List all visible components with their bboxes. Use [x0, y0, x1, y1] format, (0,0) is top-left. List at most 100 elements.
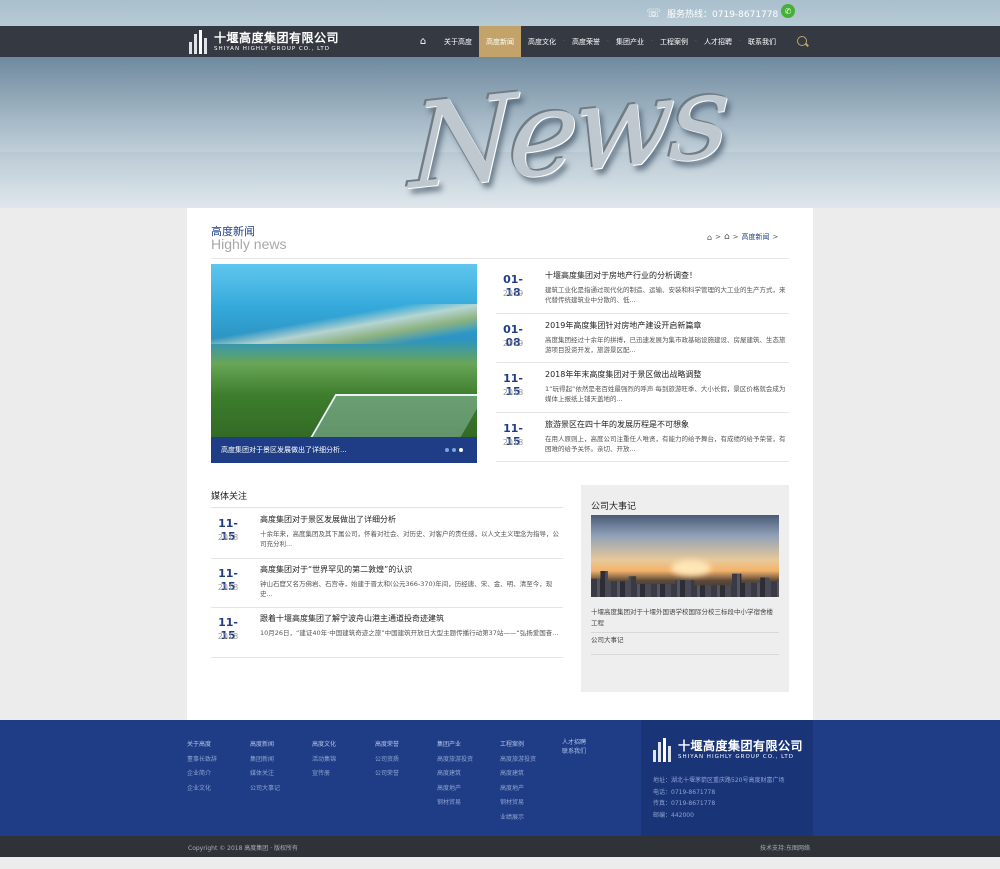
- wechat-icon[interactable]: ✆: [781, 4, 795, 18]
- footer-link[interactable]: 高度建筑: [437, 767, 473, 782]
- list-item[interactable]: 11-15 2018 高度集团对于景区发展做出了详细分析 十余年来，高度集团及其…: [211, 509, 563, 559]
- news-list: 01-18 2019 十堰高度集团对于房地产行业的分析调查！ 建筑工业化是指通过…: [496, 264, 789, 462]
- footer-column-news: 高度新闻 集团新闻 媒体关注 公司大事记: [250, 738, 280, 796]
- nav-industry[interactable]: 集团产业: [609, 26, 651, 57]
- nav-about[interactable]: 关于高度: [437, 26, 479, 57]
- list-item[interactable]: 01-08 2019 2019年高度集团针对房地产建设开启新篇章 高度集团经过十…: [496, 314, 789, 363]
- footer-address: 地址：湖北十堰茅箭区重庆路520号高度财富广场: [653, 777, 785, 784]
- footer-column-head[interactable]: 关于高度: [187, 738, 217, 753]
- list-item[interactable]: 11-15 2018 2018年年末高度集团对于景区做出战略调整 1“玩得起”依…: [496, 363, 789, 413]
- footer-link[interactable]: 联系我们: [562, 747, 586, 756]
- news-excerpt: 1“玩得起”依然是老百姓最强烈的呼声 每到旅游旺季、大小长假，景区价格就会成为媒…: [545, 385, 786, 403]
- nav-news[interactable]: 高度新闻: [479, 26, 521, 57]
- news-title[interactable]: 十堰高度集团对于房地产行业的分析调查！: [545, 270, 697, 281]
- news-banner: News: [0, 57, 1000, 208]
- footer-link[interactable]: 活动集锦: [312, 753, 336, 768]
- logo-mark-icon: [653, 738, 673, 762]
- event-link[interactable]: 十堰高度集团对于十堰外国语学校国际分校三标段中小学宿舍楼工程: [591, 607, 779, 633]
- events-image[interactable]: [591, 515, 779, 597]
- footer-column-head[interactable]: 高度新闻: [250, 738, 280, 753]
- footer-link[interactable]: 高度地产: [437, 782, 473, 797]
- footer-link[interactable]: 钢材贸易: [437, 796, 473, 811]
- news-title[interactable]: 2018年年末高度集团对于景区做出战略调整: [545, 369, 701, 380]
- footer-link[interactable]: 高度建筑: [500, 767, 536, 782]
- slide-dot[interactable]: [445, 448, 449, 452]
- news-year: 2018: [502, 388, 524, 397]
- footer-link[interactable]: 高度地产: [500, 782, 536, 797]
- footer-link[interactable]: 公司大事记: [250, 782, 280, 797]
- footer-column-head[interactable]: 高度荣誉: [375, 738, 399, 753]
- footer-link[interactable]: 公司资质: [375, 753, 399, 768]
- footer-link[interactable]: 企业文化: [187, 782, 217, 797]
- footer-link[interactable]: 企业简介: [187, 767, 217, 782]
- footer-column-about: 关于高度 董事长致辞 企业简介 企业文化: [187, 738, 217, 796]
- footer-link[interactable]: 媒体关注: [250, 767, 280, 782]
- footer-column-head[interactable]: 人才招聘: [562, 738, 586, 747]
- news-year: 2019: [502, 338, 524, 348]
- nav-cases[interactable]: 工程案例: [653, 26, 695, 57]
- footer-link[interactable]: 高度旅游投资: [437, 753, 473, 768]
- media-section-title: 媒体关注: [211, 492, 248, 502]
- footer-column-culture: 高度文化 活动集锦 宣传册: [312, 738, 336, 782]
- footer-contact-info: 地址：湖北十堰茅箭区重庆路520号高度财富广场 电话：0719-8671778 …: [653, 775, 784, 821]
- footer-fax: 传真：0719-8671778: [653, 800, 716, 807]
- footer-link[interactable]: 集团新闻: [250, 753, 280, 768]
- footer-column-head[interactable]: 工程案例: [500, 738, 536, 753]
- news-excerpt: 高度集团经过十余年的拼搏，已迅速发展为集市政基础设施建设、房屋建筑、生态旅游项目…: [545, 335, 786, 354]
- brand-name-en: SHIYAN HIGHLY GROUP CO., LTD: [214, 46, 330, 52]
- nav-contact[interactable]: 联系我们: [741, 26, 783, 57]
- nav-culture[interactable]: 高度文化: [521, 26, 563, 57]
- footer-column-head[interactable]: 集团产业: [437, 738, 473, 753]
- media-year: 2018: [217, 582, 239, 592]
- home-outline-icon[interactable]: ⌂: [724, 232, 730, 242]
- footer-link[interactable]: 高度旅游投资: [500, 753, 536, 768]
- list-item[interactable]: 11-15 2018 跟着十堰高度集团了解宁波舟山港主通道投奇迹建筑 10月26…: [211, 608, 563, 658]
- event-link[interactable]: 公司大事记: [591, 635, 779, 655]
- breadcrumb-current[interactable]: 高度新闻: [742, 232, 770, 242]
- list-item[interactable]: 01-18 2019 十堰高度集团对于房地产行业的分析调查！ 建筑工业化是指通过…: [496, 264, 789, 314]
- section-title-en: Highly news: [211, 236, 287, 252]
- footer-column-industry: 集团产业 高度旅游投资 高度建筑 高度地产 钢材贸易: [437, 738, 473, 811]
- footer-zip: 邮编：442000: [653, 811, 694, 819]
- slide-dot[interactable]: [452, 448, 456, 452]
- featured-slide-image[interactable]: [211, 264, 477, 463]
- footer-column-cases: 工程案例 高度旅游投资 高度建筑 高度地产 钢材贸易 业绩展示: [500, 738, 536, 825]
- footer-column-honor: 高度荣誉 公司资质 公司荣誉: [375, 738, 399, 782]
- media-title[interactable]: 高度集团对于“世界罕见的第二敦煌”的认识: [260, 564, 412, 575]
- main-navbar: 十堰高度集团有限公司 SHIYAN HIGHLY GROUP CO., LTD …: [0, 26, 1000, 57]
- media-list: 11-15 2018 高度集团对于景区发展做出了详细分析 十余年来，高度集团及其…: [211, 509, 563, 658]
- footer-link[interactable]: 钢材贸易: [500, 796, 536, 811]
- company-events-box: 公司大事记 十堰高度集团对于十堰外国语学校国际分校三标段中小学宿舍楼工程 公司大…: [581, 485, 789, 692]
- events-title: 公司大事记: [591, 502, 637, 512]
- footer-link[interactable]: 公司荣誉: [375, 767, 399, 782]
- hotline-text: 服务热线：0719-8671778: [667, 9, 779, 20]
- news-title[interactable]: 旅游景区在四十年的发展历程是不可想象: [545, 419, 689, 430]
- nav-home-icon[interactable]: ⌂: [409, 26, 437, 57]
- slide-caption[interactable]: 高度集团对于景区发展做出了详细分析...: [211, 437, 477, 463]
- news-title[interactable]: 2019年高度集团针对房地产建设开启新篇章: [545, 320, 701, 331]
- banner-word: News: [408, 57, 727, 208]
- nav-honor[interactable]: 高度荣誉: [565, 26, 607, 57]
- media-excerpt: 十余年来，高度集团及其下属公司，怀着对社会、对历史、对客户的责任感，以人文主义理…: [260, 530, 559, 548]
- list-item[interactable]: 11-15 2018 旅游景区在四十年的发展历程是不可想象 在用人原则上，高度公…: [496, 413, 789, 462]
- list-item[interactable]: 11-15 2018 高度集团对于“世界罕见的第二敦煌”的认识 钟山石窟又名万佛…: [211, 559, 563, 608]
- media-year: 2018: [217, 632, 239, 641]
- footer-link[interactable]: 董事长致辞: [187, 753, 217, 768]
- home-icon[interactable]: ⌂: [707, 233, 712, 242]
- footer-link[interactable]: 业绩展示: [500, 811, 536, 826]
- nav-jobs[interactable]: 人才招聘: [697, 26, 739, 57]
- footer-column-jobs: 人才招聘 联系我们: [562, 738, 586, 756]
- footer-logo[interactable]: 十堰高度集团有限公司 SHIYAN HIGHLY GROUP CO., LTD: [653, 738, 803, 762]
- top-bar: ☏ 服务热线：0719-8671778 ✆: [0, 0, 1000, 26]
- tech-support-link[interactable]: 技术支持:东图网络: [760, 843, 810, 852]
- search-icon[interactable]: [797, 36, 807, 46]
- footer-link[interactable]: 宣传册: [312, 767, 336, 782]
- brand-logo[interactable]: 十堰高度集团有限公司 SHIYAN HIGHLY GROUP CO., LTD: [189, 29, 339, 55]
- media-excerpt: 10月26日，“建证40年·中国建筑奇迹之旅”中国建筑开放日大型主题传播行动第3…: [260, 629, 559, 637]
- media-title[interactable]: 高度集团对于景区发展做出了详细分析: [260, 514, 396, 525]
- media-year: 2018: [217, 533, 239, 542]
- media-title[interactable]: 跟着十堰高度集团了解宁波舟山港主通道投奇迹建筑: [260, 613, 444, 624]
- slide-dot-active[interactable]: [459, 448, 463, 452]
- footer-column-head[interactable]: 高度文化: [312, 738, 336, 753]
- nav-menu: ⌂ 关于高度 高度新闻 高度文化 · 高度荣誉 · 集团产业 · 工程案例 · …: [409, 26, 783, 57]
